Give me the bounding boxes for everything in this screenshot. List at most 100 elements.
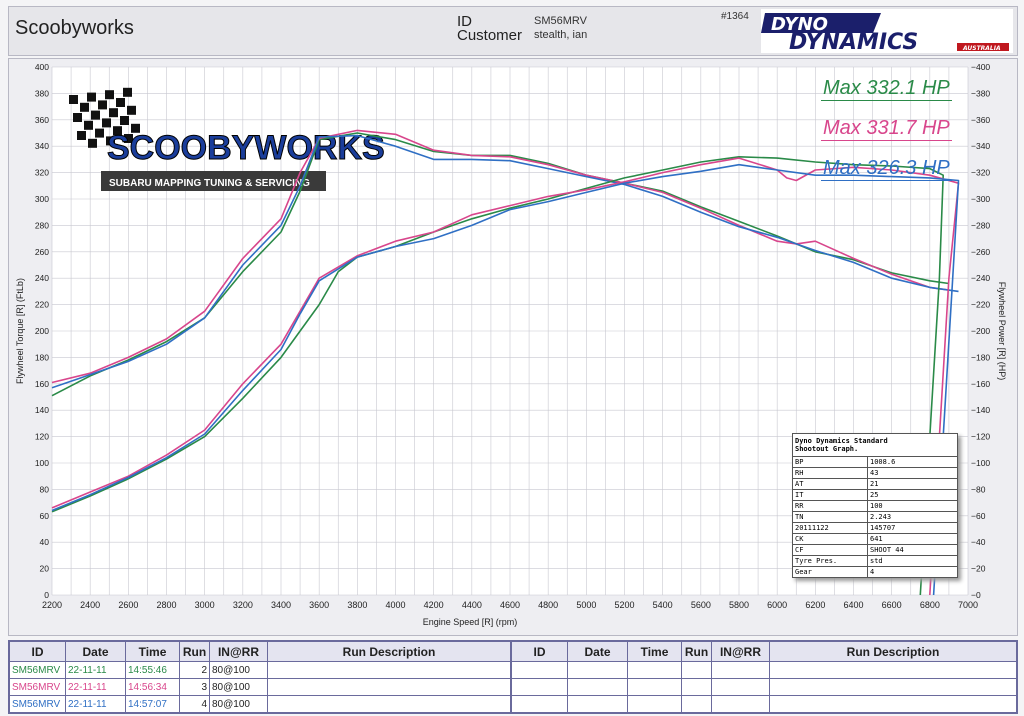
runs-table: ID Date Time Run IN@RR Run Description SM56MR… <box>9 641 511 713</box>
info-key: CF <box>792 544 868 556</box>
x-tick-label: 5600 <box>691 600 711 610</box>
x-tick-label: 4000 <box>385 600 405 610</box>
x-tick-label: 3800 <box>347 600 367 610</box>
x-tick-label: 5800 <box>729 600 749 610</box>
x-tick-label: 3200 <box>233 600 253 610</box>
x-tick-label: 5400 <box>653 600 673 610</box>
runs-cell-desc <box>769 661 1017 679</box>
y-left-tick-label: 340 <box>35 141 49 151</box>
y-right-tick-label: −100 <box>971 458 990 468</box>
x-tick-label: 6400 <box>843 600 863 610</box>
flag-square <box>116 98 125 107</box>
customer-value: stealth, ian <box>534 29 588 41</box>
runs-cell-desc <box>769 678 1017 696</box>
info-table-row: 20111122 145707 <box>792 522 958 534</box>
info-key: Tyre Pres. <box>792 555 868 567</box>
runs-cell-desc <box>267 661 511 679</box>
x-tick-label: 5200 <box>614 600 634 610</box>
logo-sub-text: AUSTRALIA <box>962 45 1001 52</box>
x-tick-label: 6600 <box>882 600 902 610</box>
y-right-tick-label: −20 <box>971 564 986 574</box>
runs-header-date: Date <box>65 641 126 662</box>
runs-cell-time <box>627 678 682 696</box>
runs-cell-time: 14:55:46 <box>125 661 180 679</box>
y-right-tick-label: −260 <box>971 247 990 257</box>
y-right-tick-label: −200 <box>971 326 990 336</box>
flag-square <box>84 120 93 130</box>
info-value: 145707 <box>867 522 958 534</box>
runs-table-row <box>511 661 1017 679</box>
info-key: RR <box>792 500 868 512</box>
x-tick-label: 4200 <box>424 600 444 610</box>
runs-cell-time <box>627 695 682 713</box>
x-tick-label: 7000 <box>958 600 978 610</box>
flag-square <box>127 105 136 115</box>
max-power-label-run2: Max 332.1 HP <box>821 77 952 101</box>
y-left-tick-label: 240 <box>35 273 49 283</box>
flag-square <box>123 87 132 97</box>
y-left-tick-label: 0 <box>44 590 49 600</box>
y-right-tick-label: −300 <box>971 194 990 204</box>
runs-header-date: Date <box>567 641 628 662</box>
runs-cell-time: 14:56:34 <box>125 678 180 696</box>
watermark-tagline: SUBARU MAPPING TUNING & SERVICING <box>109 178 310 189</box>
info-table-row: BP 1008.6 <box>792 456 958 468</box>
x-axis-label: Engine Speed [R] (rpm) <box>423 617 518 627</box>
y-right-tick-label: −340 <box>971 141 990 151</box>
y-left-tick-label: 400 <box>35 62 49 72</box>
flag-square <box>80 102 89 112</box>
runs-cell-run <box>681 678 712 696</box>
y-left-tick-label: 220 <box>35 300 49 310</box>
x-tick-label: 2200 <box>42 600 62 610</box>
runs-cell-inrr <box>711 678 770 696</box>
y-left-tick-label: 180 <box>35 352 49 362</box>
info-key: TN <box>792 511 868 523</box>
y-left-tick-label: 140 <box>35 405 49 415</box>
x-tick-label: 2400 <box>80 600 100 610</box>
x-tick-label: 4400 <box>462 600 482 610</box>
info-value: 2.243 <box>867 511 958 523</box>
y-right-tick-label: −180 <box>971 352 990 362</box>
info-key: Gear <box>792 566 868 578</box>
y-left-tick-label: 200 <box>35 326 49 336</box>
y-right-tick-label: −80 <box>971 484 986 494</box>
y-right-tick-label: −0 <box>971 590 981 600</box>
flag-square <box>95 128 104 138</box>
info-value: SHOOT 44 <box>867 544 958 556</box>
customer-label: Customer <box>457 27 523 44</box>
y-right-tick-label: −40 <box>971 537 986 547</box>
runs-cell-date <box>567 695 628 713</box>
y-right-tick-label: −240 <box>971 273 990 283</box>
x-tick-label: 3600 <box>309 600 329 610</box>
info-value: std <box>867 555 958 567</box>
runs-table-panel: ID Date Time Run IN@RR Run Description SM56MR… <box>8 640 1018 714</box>
y-right-tick-label: −220 <box>971 300 990 310</box>
x-tick-label: 5000 <box>576 600 596 610</box>
runs-cell-run: 2 <box>179 661 210 679</box>
y-right-tick-label: −320 <box>971 168 990 178</box>
runs-cell-time <box>627 661 682 679</box>
y-left-tick-label: 360 <box>35 115 49 125</box>
info-value: 1008.6 <box>867 456 958 468</box>
y-axis-right-label: Flywheel Power [R] (HP) <box>997 282 1007 381</box>
runs-cell-id <box>511 695 568 713</box>
info-title-line2: Shootout Graph. <box>795 445 859 453</box>
info-key: BP <box>792 456 868 468</box>
logo-main-text: DYNAMICS <box>789 30 918 53</box>
runs-cell-run <box>681 695 712 713</box>
runs-cell-inrr <box>711 695 770 713</box>
runs-header-run: Run <box>681 641 712 662</box>
info-key: IT <box>792 489 868 501</box>
flag-square <box>69 95 78 104</box>
runs-cell-date: 22-11-11 <box>65 661 126 679</box>
max-power-label-run3: Max 331.7 HP <box>821 117 952 141</box>
runs-cell-id <box>511 661 568 679</box>
y-right-tick-label: −380 <box>971 88 990 98</box>
runs-table-row: SM56MRV 22-11-11 14:57:07 4 80@100 <box>9 695 511 713</box>
flag-square <box>91 110 100 120</box>
runs-cell-time: 14:57:07 <box>125 695 180 713</box>
flag-square <box>102 118 111 128</box>
runs-cell-run: 4 <box>179 695 210 713</box>
y-left-tick-label: 40 <box>40 537 50 547</box>
y-left-tick-label: 20 <box>40 564 50 574</box>
